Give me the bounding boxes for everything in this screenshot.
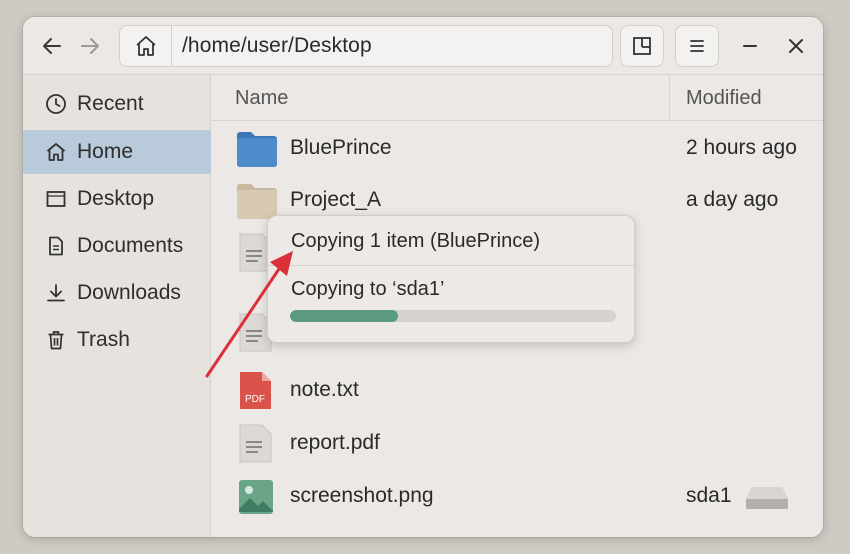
image-file-icon [239,480,273,514]
sidebar-item-label: Desktop [77,187,155,210]
arrow-left-icon [43,38,61,54]
document-icon [45,235,67,257]
close-button[interactable] [782,32,810,60]
file-name: note.txt [290,378,359,401]
file-row-screenshot-png[interactable]: screenshot.png sda1 [212,471,823,523]
column-header: Name Modified [212,75,823,121]
clock-icon [45,93,67,115]
sidebar: Recent Home Desktop Documents Downloads [23,75,211,537]
file-name: screenshot.png [290,484,434,507]
sidebar-item-home[interactable]: Home [23,130,211,174]
main-menu-button[interactable] [675,25,719,67]
arrow-right-icon [81,38,99,54]
copy-title: Copying 1 item (BluePrince) [268,216,634,266]
path-home-button[interactable] [120,26,172,66]
sidebar-item-label: Downloads [77,281,181,304]
close-icon [789,39,803,53]
file-modified: 2 hours ago [686,136,797,159]
minimize-icon [743,45,757,47]
sidebar-item-trash[interactable]: Trash [23,318,211,362]
copy-subtitle: Copying to ‘sda1’ [291,278,445,300]
home-icon [45,141,67,163]
copy-progress-bar [290,310,616,322]
sidebar-item-label: Trash [77,328,130,351]
sidebar-item-label: Recent [77,92,144,115]
trash-icon [45,329,67,351]
file-name: BluePrince [290,136,392,159]
pdf-icon-label: PDF [245,394,265,405]
file-name: Project_A [290,188,382,211]
file-row-blueprince[interactable]: BluePrince 2 hours ago [212,123,823,175]
file-modified: a day ago [686,188,779,211]
column-name-header[interactable]: Name [235,87,288,110]
file-name: report.pdf [290,431,380,454]
file-row-note-txt[interactable]: PDF note.txt [212,365,823,417]
sidebar-item-desktop[interactable]: Desktop [23,177,211,221]
drive-icon [746,487,788,509]
column-modified-header[interactable]: Modified [686,87,762,110]
copy-progress-fill [290,310,398,322]
column-separator[interactable] [669,75,670,121]
sidebar-item-label: Documents [77,234,184,257]
path-bar[interactable]: /home/user/Desktop [119,25,613,67]
home-icon [135,36,156,56]
header-bar: /home/user/Desktop [23,17,823,75]
sidebar-item-recent[interactable]: Recent [23,82,211,126]
view-toggle-button[interactable] [620,25,664,67]
minimize-button[interactable] [736,32,764,60]
pdf-file-icon: PDF [240,372,271,409]
file-row-report-pdf[interactable]: report.pdf [212,418,823,470]
path-text[interactable]: /home/user/Desktop [172,34,372,58]
file-modified: sda1 [686,484,732,507]
sidebar-item-documents[interactable]: Documents [23,224,211,268]
sidebar-item-downloads[interactable]: Downloads [23,271,211,315]
sidebar-item-label: Home [77,140,134,163]
text-file-icon [239,424,272,463]
back-button[interactable] [37,31,67,61]
forward-button[interactable] [75,31,105,61]
copy-progress-popover: Copying 1 item (BluePrince) Copying to ‘… [267,215,635,343]
folder-blue-icon [237,132,277,167]
hamburger-menu-icon [690,40,704,52]
view-layout-icon [633,37,651,55]
download-icon [45,282,67,304]
desktop-icon [45,188,67,210]
